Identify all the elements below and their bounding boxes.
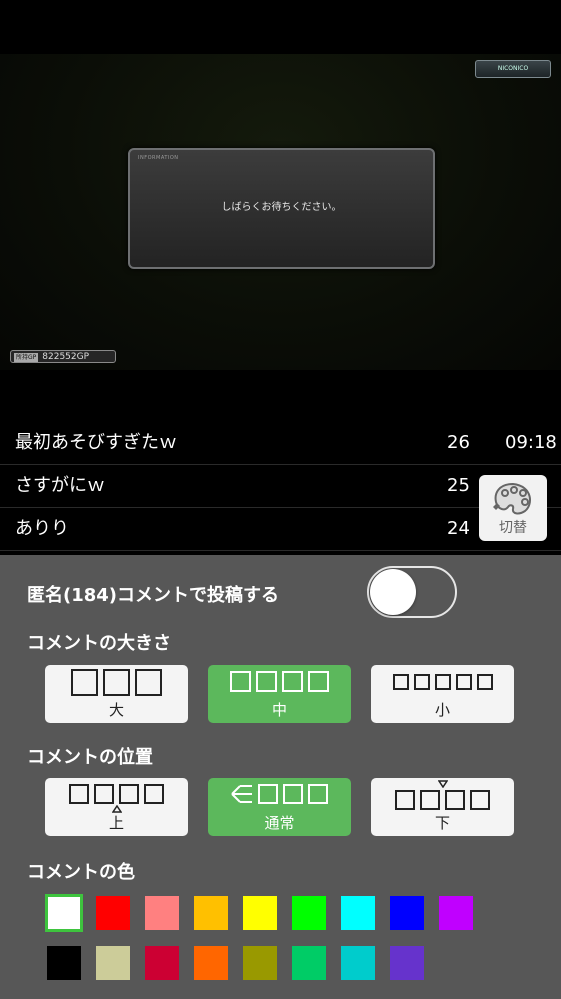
- size-small-button[interactable]: 小: [371, 665, 514, 723]
- comment-row[interactable]: さすがにｗ 25 7: [0, 465, 561, 508]
- color-section-title: コメントの色: [27, 862, 135, 883]
- size-small-label: 小: [434, 701, 450, 719]
- color-swatch[interactable]: [96, 896, 130, 930]
- arrow-left-icon: [231, 784, 253, 804]
- comment-row[interactable]: 最初あそびすぎたｗ 26 09:18: [0, 422, 561, 465]
- gp-tag: 所持GP: [14, 353, 39, 362]
- comment-text: 最初あそびすぎたｗ: [15, 432, 177, 453]
- position-section-title: コメントの位置: [27, 747, 153, 768]
- size-large-label: 大: [108, 701, 124, 719]
- color-swatch[interactable]: [292, 896, 326, 930]
- position-bottom-label: 下: [434, 814, 450, 832]
- arrow-down-icon: [438, 780, 448, 788]
- comment-number: 24: [447, 518, 470, 539]
- color-swatch[interactable]: [341, 896, 375, 930]
- switch-label: 切替: [499, 520, 527, 536]
- comment-number: 26: [447, 432, 470, 453]
- color-swatch[interactable]: [47, 946, 81, 980]
- anonymous-toggle[interactable]: [367, 566, 457, 618]
- comment-settings-panel: 匿名(184)コメントで投稿する コメントの大きさ 大 中 小 コメントの位置 …: [0, 555, 561, 999]
- color-swatch[interactable]: [145, 946, 179, 980]
- size-large-button[interactable]: 大: [45, 665, 188, 723]
- gp-counter: 所持GP 822552GP: [10, 350, 116, 363]
- dialog-message: しばらくお待ちください。: [221, 202, 342, 213]
- comment-text: さすがにｗ: [15, 475, 105, 496]
- palette-icon: [493, 482, 531, 515]
- comment-number: 25: [447, 475, 470, 496]
- color-swatch[interactable]: [390, 946, 424, 980]
- dialog-header: INFORMATION: [138, 155, 179, 161]
- color-swatch[interactable]: [243, 946, 277, 980]
- position-normal-label: 通常: [264, 814, 295, 832]
- color-swatch[interactable]: [145, 896, 179, 930]
- position-top-label: 上: [108, 814, 124, 832]
- position-bottom-button[interactable]: 下: [371, 778, 514, 836]
- color-swatch[interactable]: [194, 896, 228, 930]
- switch-button[interactable]: 切替: [479, 475, 547, 541]
- size-section-title: コメントの大きさ: [27, 633, 171, 654]
- information-dialog: INFORMATION しばらくお待ちください。: [128, 148, 435, 269]
- size-medium-label: 中: [271, 701, 287, 719]
- video-player[interactable]: NICONICO INFORMATION しばらくお待ちください。 所持GP 8…: [0, 54, 561, 370]
- size-medium-button[interactable]: 中: [208, 665, 351, 723]
- comment-list[interactable]: 最初あそびすぎたｗ 26 09:18 さすがにｗ 25 7 ありり 24 7: [0, 422, 561, 551]
- position-top-button[interactable]: 上: [45, 778, 188, 836]
- toggle-knob: [370, 569, 416, 615]
- color-swatch[interactable]: [96, 946, 130, 980]
- position-normal-button[interactable]: 通常: [208, 778, 351, 836]
- color-swatch[interactable]: [243, 896, 277, 930]
- comment-time: 09:18: [505, 432, 557, 453]
- color-swatch[interactable]: [341, 946, 375, 980]
- color-swatch[interactable]: [45, 894, 83, 932]
- anonymous-label: 匿名(184)コメントで投稿する: [27, 585, 280, 606]
- comment-text: ありり: [15, 518, 69, 539]
- color-swatch[interactable]: [194, 946, 228, 980]
- color-swatch[interactable]: [390, 896, 424, 930]
- color-swatch[interactable]: [439, 896, 473, 930]
- hud-indicator: NICONICO: [475, 60, 551, 78]
- comment-row[interactable]: ありり 24 7: [0, 508, 561, 551]
- gp-value: 822552GP: [42, 352, 90, 362]
- color-swatch[interactable]: [292, 946, 326, 980]
